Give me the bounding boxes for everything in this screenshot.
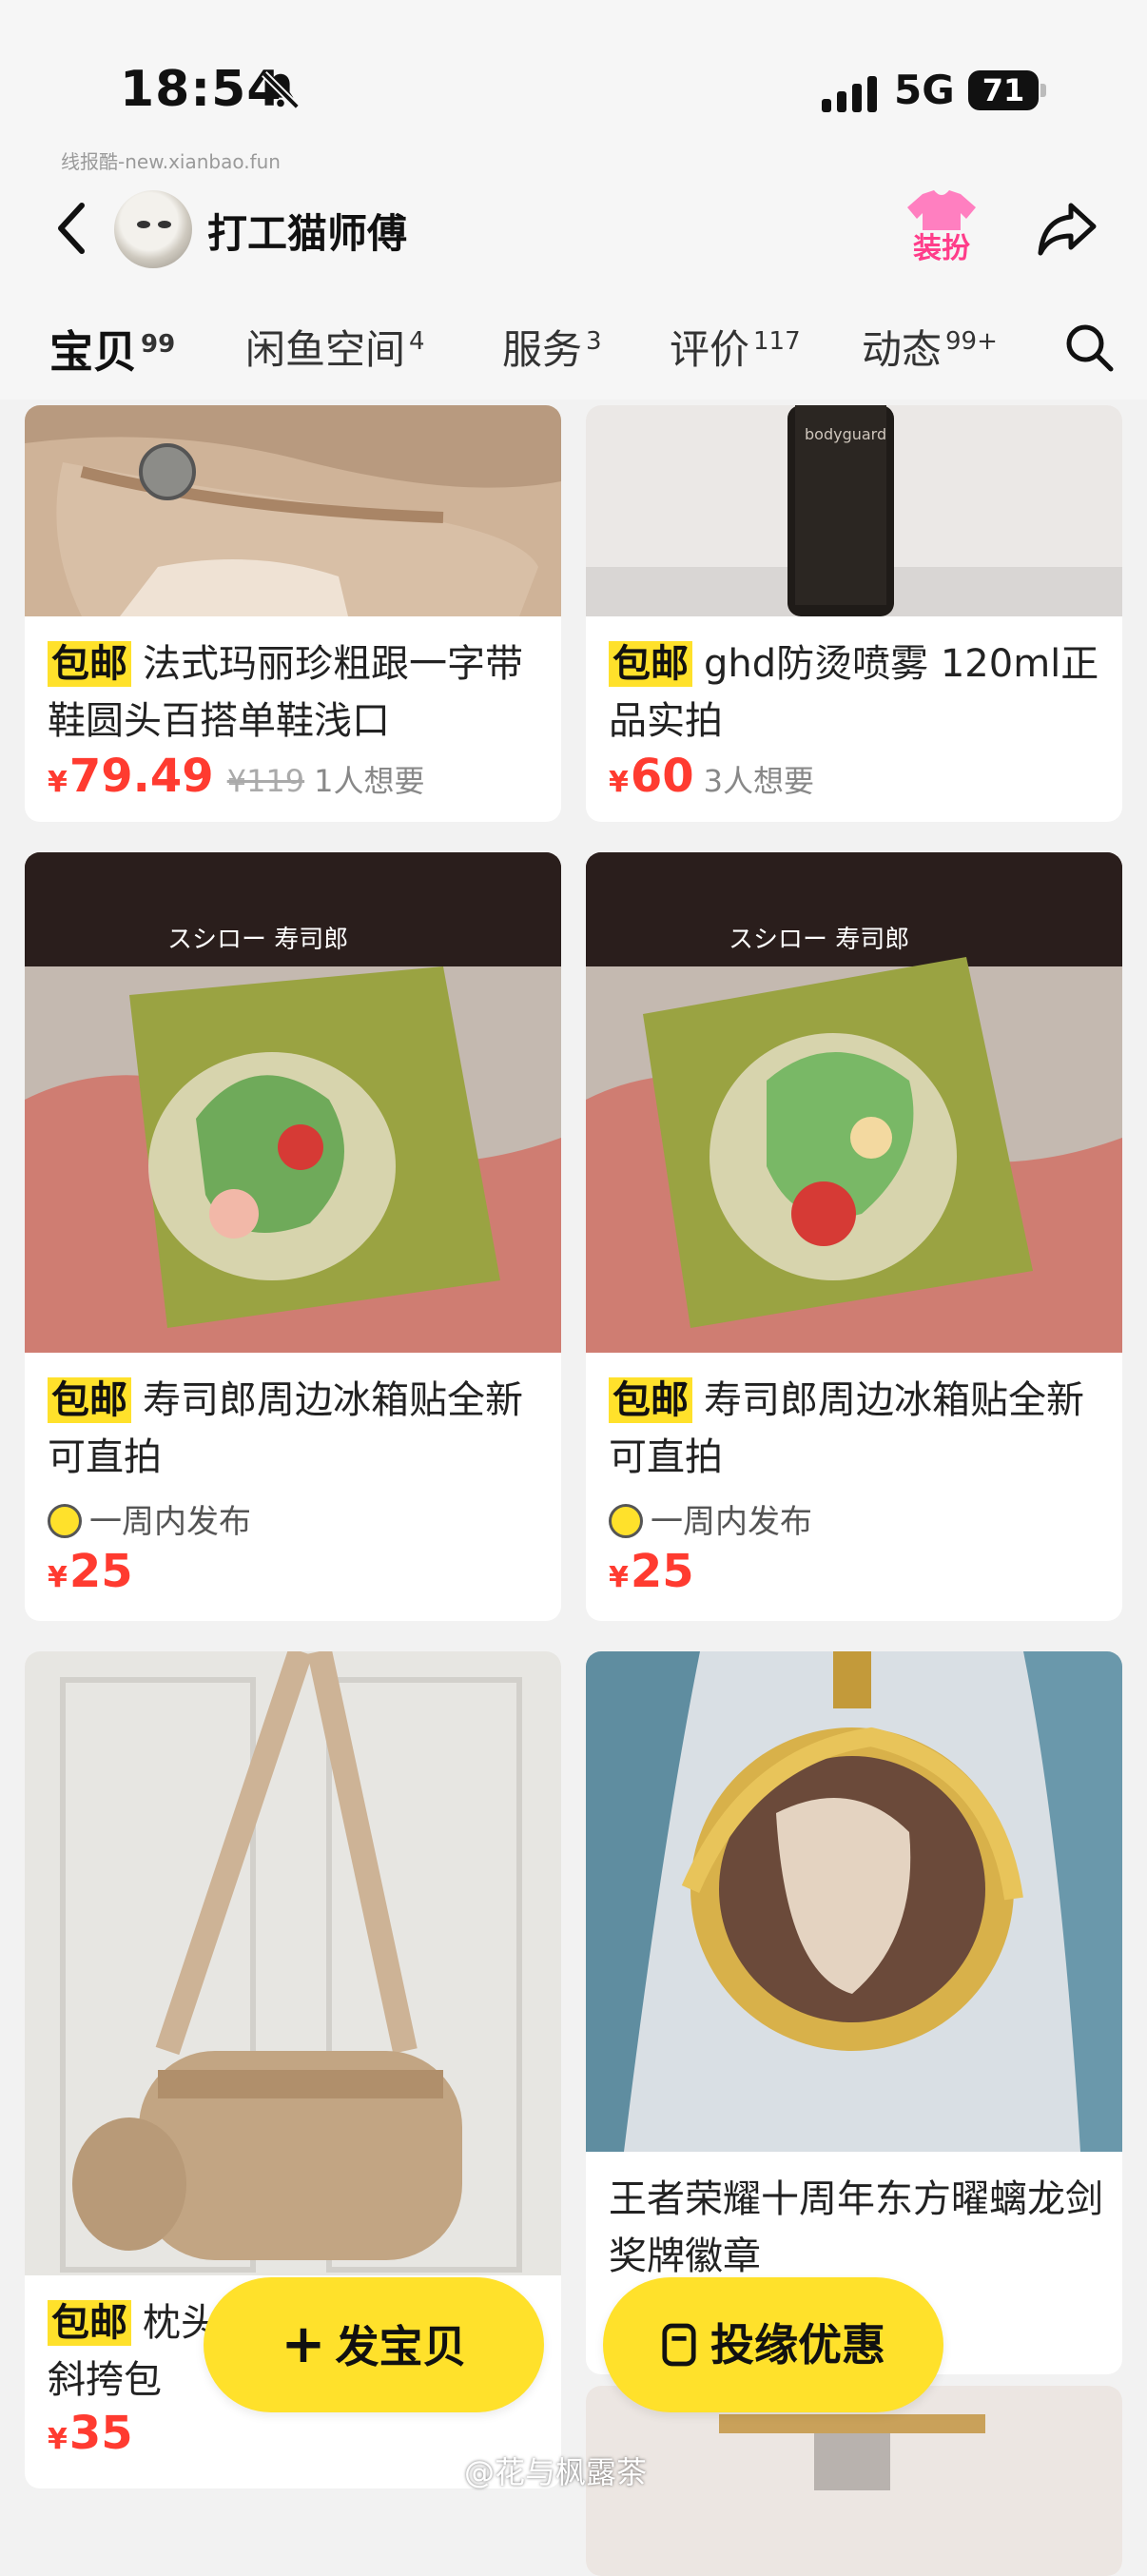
post-time-text: 一周内发布	[651, 1503, 812, 1541]
price-value: 79.49	[68, 750, 214, 803]
free-shipping-tag: 包邮	[48, 2300, 131, 2346]
status-time: 18:54	[120, 61, 282, 118]
shop-name[interactable]: 打工猫师傅	[207, 202, 407, 260]
avatar[interactable]	[114, 190, 192, 268]
product-price: ¥79.49 ¥119 1人想要	[48, 750, 425, 803]
product-card[interactable]: スシロー 寿司郎 包邮 寿司郎周边冰箱贴全新可直拍 一周内发布 ¥25	[586, 852, 1122, 1621]
watermark-top: 线报酷-new.xianbao.fun	[61, 150, 281, 173]
currency-symbol: ¥	[609, 766, 629, 799]
tab-count: 117	[753, 327, 801, 356]
product-card[interactable]: スシロー 寿司郎 包邮 寿司郎周边冰箱贴全新可直拍 一周内发布 ¥25	[25, 852, 561, 1621]
tab-label: 闲鱼空间	[245, 326, 406, 373]
product-card[interactable]	[586, 2386, 1122, 2576]
product-title: 包邮 寿司郎周边冰箱贴全新可直拍	[609, 1372, 1103, 1486]
battery-tip	[1040, 84, 1046, 97]
plus-icon: +	[281, 2313, 326, 2375]
free-shipping-tag: 包邮	[609, 641, 692, 687]
free-shipping-tag: 包邮	[48, 641, 131, 687]
clock-icon	[609, 1504, 643, 1538]
currency-symbol: ¥	[48, 766, 68, 799]
want-count: 3人想要	[703, 763, 815, 799]
product-title-text-line2: 斜挎包	[48, 2358, 162, 2402]
signal-icon	[822, 76, 877, 112]
battery-icon: 71	[968, 70, 1039, 110]
product-title: 包邮 寿司郎周边冰箱贴全新可直拍	[48, 1372, 542, 1486]
tab-services[interactable]: 服务 3	[502, 318, 602, 376]
tab-count: 99+	[945, 327, 998, 356]
back-icon[interactable]	[53, 200, 91, 257]
price-value: 25	[630, 1545, 694, 1598]
sushiro-logo-text: スシロー 寿司郎	[167, 926, 348, 954]
original-price: ¥119	[226, 763, 305, 799]
publish-button[interactable]: + 发宝贝	[204, 2277, 544, 2412]
search-icon[interactable]	[1063, 322, 1115, 373]
want-count: 1人想要	[314, 763, 425, 799]
product-card[interactable]: 包邮 法式玛丽珍粗跟一字带鞋圆头百搭单鞋浅口 ¥79.49 ¥119 1人想要	[25, 405, 561, 822]
product-title: 包邮 ghd防烫喷雾 120ml正品实拍	[609, 635, 1103, 750]
product-image-magnet: スシロー 寿司郎	[25, 852, 561, 1353]
product-card[interactable]: 王者荣耀十周年东方曜螭龙剑奖牌徽章	[586, 1651, 1122, 2374]
currency-symbol: ¥	[609, 1561, 629, 1594]
tab-feed[interactable]: 动态 99+	[862, 318, 998, 376]
currency-symbol: ¥	[48, 2423, 68, 2456]
watermark-bottom: @花与枫露茶	[464, 2454, 648, 2490]
free-shipping-tag: 包邮	[609, 1377, 692, 1423]
price-value: 60	[630, 750, 694, 803]
post-time: 一周内发布	[48, 1495, 251, 1542]
bottle-brand-text: bodyguard	[805, 425, 886, 443]
product-title: 包邮 法式玛丽珍粗跟一字带鞋圆头百搭单鞋浅口	[48, 635, 542, 750]
free-shipping-tag: 包邮	[48, 1377, 131, 1423]
product-title: 王者荣耀十周年东方曜螭龙剑奖牌徽章	[609, 2177, 1103, 2278]
product-card[interactable]: bodyguard 包邮 ghd防烫喷雾 120ml正品实拍 ¥60 3人想要	[586, 405, 1122, 822]
product-image-badge	[586, 1651, 1122, 2152]
tab-count: 3	[586, 327, 602, 356]
coupon-icon	[662, 2323, 696, 2367]
bell-muted-icon	[262, 71, 300, 109]
product-price: ¥25	[48, 1545, 133, 1598]
product-price: ¥25	[609, 1545, 694, 1598]
network-type: 5G	[894, 67, 955, 113]
clock-icon	[48, 1504, 82, 1538]
product-price: ¥60 3人想要	[609, 750, 814, 803]
tab-count: 99	[141, 329, 176, 359]
tab-label: 宝贝	[49, 326, 137, 378]
tab-label: 动态	[862, 326, 943, 373]
dress-up-label[interactable]: 装扮	[902, 224, 982, 266]
tab-items[interactable]: 宝贝 99	[49, 318, 175, 381]
promote-button[interactable]: 投缘优惠	[603, 2277, 943, 2412]
product-image-bag	[25, 1651, 561, 2275]
tab-label: 评价	[670, 326, 750, 373]
product-price: ¥35	[48, 2407, 133, 2460]
product-image-partial	[586, 2386, 1122, 2576]
currency-symbol: ¥	[48, 1561, 68, 1594]
tab-count: 4	[409, 327, 425, 356]
sushiro-logo-text: スシロー 寿司郎	[729, 926, 909, 954]
post-time: 一周内发布	[609, 1495, 812, 1542]
product-image-spray: bodyguard	[586, 405, 1122, 616]
tab-space[interactable]: 闲鱼空间 4	[245, 318, 425, 376]
post-time-text: 一周内发布	[89, 1503, 251, 1541]
product-image-shoes	[25, 405, 561, 616]
publish-button-label: 发宝贝	[335, 2321, 467, 2372]
product-image-magnet: スシロー 寿司郎	[586, 852, 1122, 1353]
tab-label: 服务	[502, 326, 583, 373]
tab-reviews[interactable]: 评价 117	[670, 318, 801, 376]
promote-button-label: 投缘优惠	[710, 2319, 885, 2371]
price-value: 35	[68, 2407, 133, 2460]
share-icon[interactable]	[1037, 200, 1098, 257]
price-value: 25	[68, 1545, 133, 1598]
